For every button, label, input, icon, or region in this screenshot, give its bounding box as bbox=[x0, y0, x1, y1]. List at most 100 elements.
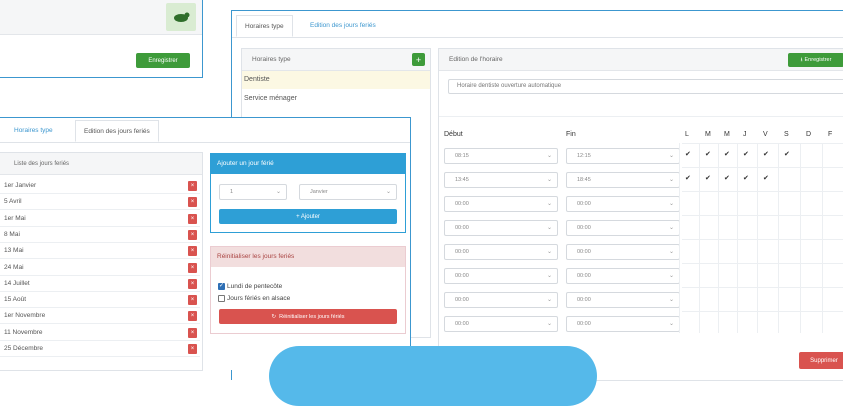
holiday-label: 1er Mai bbox=[4, 214, 26, 222]
holiday-label: 15 Août bbox=[4, 296, 27, 304]
delete-holiday-icon[interactable]: × bbox=[188, 311, 197, 322]
start-time-value: 00:00 bbox=[455, 297, 469, 303]
schedule-name-input[interactable]: Horaire dentiste ouverture automatique bbox=[448, 79, 843, 94]
check-icon[interactable]: ✔ bbox=[705, 150, 711, 158]
delete-holiday-icon[interactable]: × bbox=[188, 246, 197, 257]
month-select[interactable]: Janvier ⌄ bbox=[299, 184, 397, 200]
top-left-panel: Enregistrer bbox=[0, 0, 203, 78]
holidays-panel: Horaires type Edition des jours feriés L… bbox=[0, 117, 411, 371]
checkbox-empty-icon[interactable] bbox=[218, 295, 225, 302]
delete-schedule-button[interactable]: Supprimer bbox=[799, 352, 843, 369]
start-time-select[interactable]: 00:00 ⌄ bbox=[444, 316, 558, 332]
end-time-select[interactable]: 00:00 ⌄ bbox=[566, 244, 680, 260]
delete-holiday-icon[interactable]: × bbox=[188, 278, 197, 289]
chevron-down-icon: ⌄ bbox=[668, 249, 674, 255]
start-time-select[interactable]: 00:00 ⌄ bbox=[444, 292, 558, 308]
delete-holiday-icon[interactable]: × bbox=[188, 344, 197, 354]
day-select-value: 1 bbox=[230, 189, 234, 195]
schedule-item-dentiste[interactable]: Dentiste bbox=[242, 71, 430, 89]
start-time-select[interactable]: 08:15 ⌄ bbox=[444, 148, 558, 164]
day-select[interactable]: 1 ⌄ bbox=[219, 184, 287, 200]
start-time-value: 00:00 bbox=[455, 201, 469, 207]
reset-holidays-panel: Réinitialiser les jours feriés ✓ Lundi d… bbox=[210, 246, 406, 334]
day-column-divider bbox=[679, 143, 680, 333]
holidays-tab-horaires[interactable]: Horaires type bbox=[6, 120, 61, 142]
check-icon[interactable]: ✔ bbox=[784, 150, 790, 158]
chevron-down-icon: ⌄ bbox=[668, 225, 674, 231]
delete-holiday-icon[interactable]: × bbox=[188, 262, 197, 273]
holiday-row: 1er Mai × bbox=[0, 211, 200, 227]
chevron-down-icon: ⌄ bbox=[668, 201, 674, 207]
holiday-label: 1er Janvier bbox=[4, 182, 37, 189]
end-time-value: 00:00 bbox=[577, 273, 591, 279]
reset-holidays-header: Réinitialiser les jours feriés bbox=[211, 247, 405, 267]
delete-holiday-icon[interactable]: × bbox=[188, 327, 197, 338]
row-divider bbox=[682, 263, 843, 264]
option-lundi-pentecote[interactable]: ✓ Lundi de pentecôte bbox=[218, 282, 282, 291]
schedule-item-service[interactable]: Service ménager bbox=[242, 90, 430, 108]
start-time-value: 00:00 bbox=[455, 321, 469, 327]
bird-icon bbox=[166, 3, 196, 31]
holiday-list-header: Liste des jours feriés bbox=[0, 153, 202, 175]
holidays-tab-jours-feries[interactable]: Edition des jours feriés bbox=[75, 120, 159, 142]
day-header: M bbox=[705, 131, 711, 138]
start-time-select[interactable]: 13:45 ⌄ bbox=[444, 172, 558, 188]
end-time-value: 00:00 bbox=[577, 321, 591, 327]
holiday-label: 11 Novembre bbox=[4, 328, 43, 336]
end-time-select[interactable]: 00:00 ⌄ bbox=[566, 292, 680, 308]
day-header: L bbox=[685, 131, 689, 138]
check-icon[interactable]: ✔ bbox=[685, 174, 691, 182]
start-time-select[interactable]: 00:00 ⌄ bbox=[444, 196, 558, 212]
delete-holiday-icon[interactable]: × bbox=[188, 213, 197, 224]
check-icon[interactable]: ✔ bbox=[763, 174, 769, 182]
end-time-select[interactable]: 12:15 ⌄ bbox=[566, 148, 680, 164]
delete-holiday-icon[interactable]: × bbox=[188, 197, 197, 208]
holiday-label: 5 Avril bbox=[4, 198, 22, 206]
check-icon[interactable]: ✔ bbox=[685, 150, 691, 158]
holidays-tab-divider bbox=[0, 142, 410, 143]
start-time-select[interactable]: 00:00 ⌄ bbox=[444, 268, 558, 284]
delete-holiday-icon[interactable]: × bbox=[188, 181, 197, 191]
end-time-select[interactable]: 18:45 ⌄ bbox=[566, 172, 680, 188]
check-icon[interactable]: ✔ bbox=[743, 174, 749, 182]
end-time-value: 12:15 bbox=[577, 153, 591, 159]
top-left-save-button[interactable]: Enregistrer bbox=[136, 53, 190, 68]
chevron-down-icon: ⌄ bbox=[668, 321, 674, 327]
holiday-row: 15 Août × bbox=[0, 292, 200, 309]
day-header: M bbox=[724, 131, 730, 138]
delete-holiday-icon[interactable]: × bbox=[188, 229, 197, 240]
check-icon[interactable]: ✔ bbox=[763, 150, 769, 158]
check-icon[interactable]: ✔ bbox=[724, 174, 730, 182]
holiday-row: 13 Mai × bbox=[0, 243, 200, 260]
checkbox-checked-icon[interactable]: ✓ bbox=[218, 283, 225, 290]
start-time-select[interactable]: 00:00 ⌄ bbox=[444, 220, 558, 236]
check-icon[interactable]: ✔ bbox=[705, 174, 711, 182]
add-holiday-button[interactable]: + Ajouter bbox=[219, 209, 397, 224]
check-icon[interactable]: ✔ bbox=[724, 150, 730, 158]
reset-holidays-button[interactable]: ↻ Réinitialiser les jours fériés bbox=[219, 309, 397, 324]
add-schedule-button[interactable]: + bbox=[412, 53, 425, 66]
holiday-row: 11 Novembre × bbox=[0, 325, 200, 341]
row-divider bbox=[682, 191, 843, 192]
option-jours-alsace[interactable]: Jours fériés en alsace bbox=[218, 294, 290, 303]
end-time-select[interactable]: 00:00 ⌄ bbox=[566, 220, 680, 236]
end-time-select[interactable]: 00:00 ⌄ bbox=[566, 196, 680, 212]
day-header: D bbox=[806, 131, 812, 138]
row-divider bbox=[682, 239, 843, 240]
schedule-list-header: Horaires type + bbox=[242, 49, 430, 71]
tab-horaires-type[interactable]: Horaires type bbox=[236, 15, 293, 37]
end-time-select[interactable]: 00:00 ⌄ bbox=[566, 316, 680, 332]
end-time-select[interactable]: 00:00 ⌄ bbox=[566, 268, 680, 284]
holiday-row: 1er Novembre × bbox=[0, 308, 200, 325]
table-divider bbox=[439, 116, 843, 117]
delete-holiday-icon[interactable]: × bbox=[188, 295, 197, 306]
save-schedule-button[interactable]: ⭳ Enregistrer bbox=[788, 53, 843, 67]
holiday-label: 25 Décembre bbox=[4, 345, 44, 352]
tab-divider bbox=[232, 37, 843, 38]
chevron-down-icon: ⌄ bbox=[546, 153, 552, 159]
chevron-down-icon: ⌄ bbox=[668, 177, 674, 183]
start-time-select[interactable]: 00:00 ⌄ bbox=[444, 244, 558, 260]
tab-jours-feries[interactable]: Edition des jours feriés bbox=[302, 15, 384, 37]
check-icon[interactable]: ✔ bbox=[743, 150, 749, 158]
col-end-header: Fin bbox=[566, 131, 576, 138]
